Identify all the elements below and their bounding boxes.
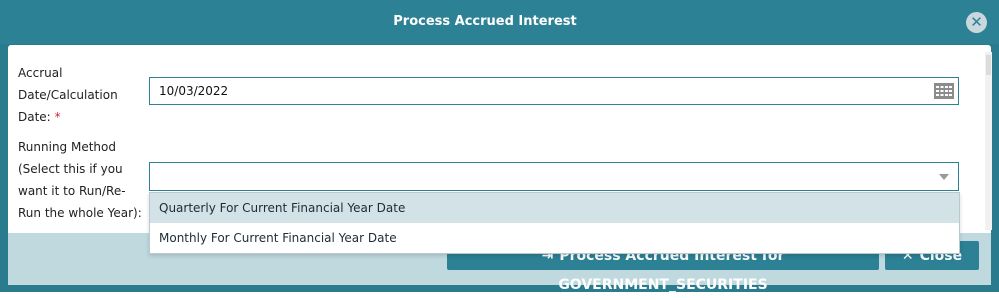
running-method-label-line4: Run the whole Year): [18, 206, 142, 220]
dialog-titlebar: Process Accrued Interest ✕ [0, 0, 999, 44]
scrollbar-thumb[interactable] [986, 55, 991, 75]
accrual-date-label-line2: Date/Calculation [18, 88, 118, 102]
accrual-date-value: 10/03/2022 [159, 84, 229, 98]
dropdown-option-quarterly[interactable]: Quarterly For Current Financial Year Dat… [150, 193, 959, 223]
running-method-select[interactable] [149, 162, 959, 191]
dialog-scrollbar[interactable] [985, 52, 992, 230]
accrual-date-input[interactable]: 10/03/2022 [149, 77, 959, 105]
chevron-down-icon[interactable] [939, 174, 949, 180]
process-button-label: Process Accrued Interest for GOVERNMENT_… [558, 248, 785, 293]
running-method-label-line1: Running Method [18, 140, 116, 154]
accrual-date-label-line3: Date: * [18, 106, 143, 128]
running-method-label-line3: want it to Run/Re- [18, 184, 126, 198]
calendar-icon[interactable] [934, 83, 954, 99]
running-method-label-line2: (Select this if you [18, 162, 123, 176]
accrual-date-label: Accrual Date/Calculation Date: * [18, 62, 143, 128]
close-icon[interactable]: ✕ [966, 12, 987, 33]
required-marker: * [54, 110, 61, 124]
process-accrued-interest-dialog: Process Accrued Interest ✕ Accrual Date/… [0, 0, 999, 293]
dialog-title: Process Accrued Interest [393, 14, 577, 29]
accrual-date-label-text: Date: [18, 110, 51, 124]
running-method-label: Running Method (Select this if you want … [18, 136, 143, 224]
dropdown-option-monthly[interactable]: Monthly For Current Financial Year Date [150, 223, 959, 253]
accrual-date-label-line1: Accrual [18, 66, 63, 80]
running-method-dropdown: Quarterly For Current Financial Year Dat… [149, 192, 960, 254]
